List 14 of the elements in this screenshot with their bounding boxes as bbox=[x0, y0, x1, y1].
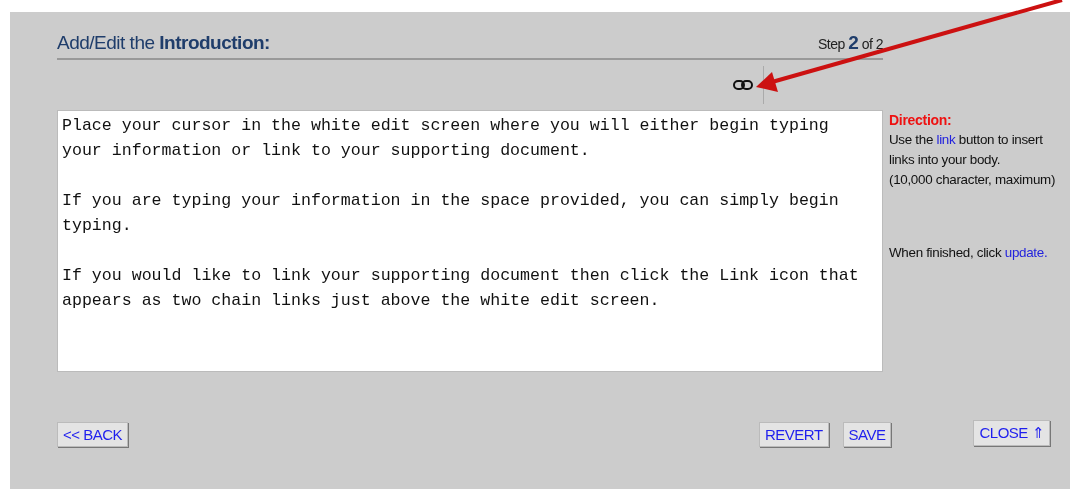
back-button[interactable]: << BACK bbox=[57, 422, 129, 447]
chain-link-icon[interactable] bbox=[733, 79, 753, 91]
revert-button[interactable]: REVERT bbox=[759, 422, 829, 447]
finish-instruction: When finished, click update. bbox=[889, 244, 1049, 262]
link-link[interactable]: link bbox=[936, 132, 956, 147]
close-button[interactable]: CLOSE ⇑ bbox=[973, 420, 1050, 446]
page-title: Add/Edit the Introduction: bbox=[57, 32, 270, 54]
direction-heading: Direction: bbox=[889, 111, 953, 130]
step-indicator: Step 2 of 2 bbox=[817, 32, 883, 54]
direction-text: Use the link button to insert links into your body. bbox=[889, 131, 1044, 169]
save-button[interactable]: SAVE bbox=[842, 422, 892, 447]
character-limit-note: (10,000 character, maximum) bbox=[889, 171, 1057, 189]
update-link[interactable]: update. bbox=[1004, 245, 1048, 260]
text-editor[interactable]: Place your cursor in the white edit screen where you will either begin typing your information or link to your supporting document. If you are typing your information in the space provided, you can simply begin typing. If you would like to link your supporting document then click the Link icon that appears as two chain links just above the white edit screen. bbox=[57, 110, 883, 372]
